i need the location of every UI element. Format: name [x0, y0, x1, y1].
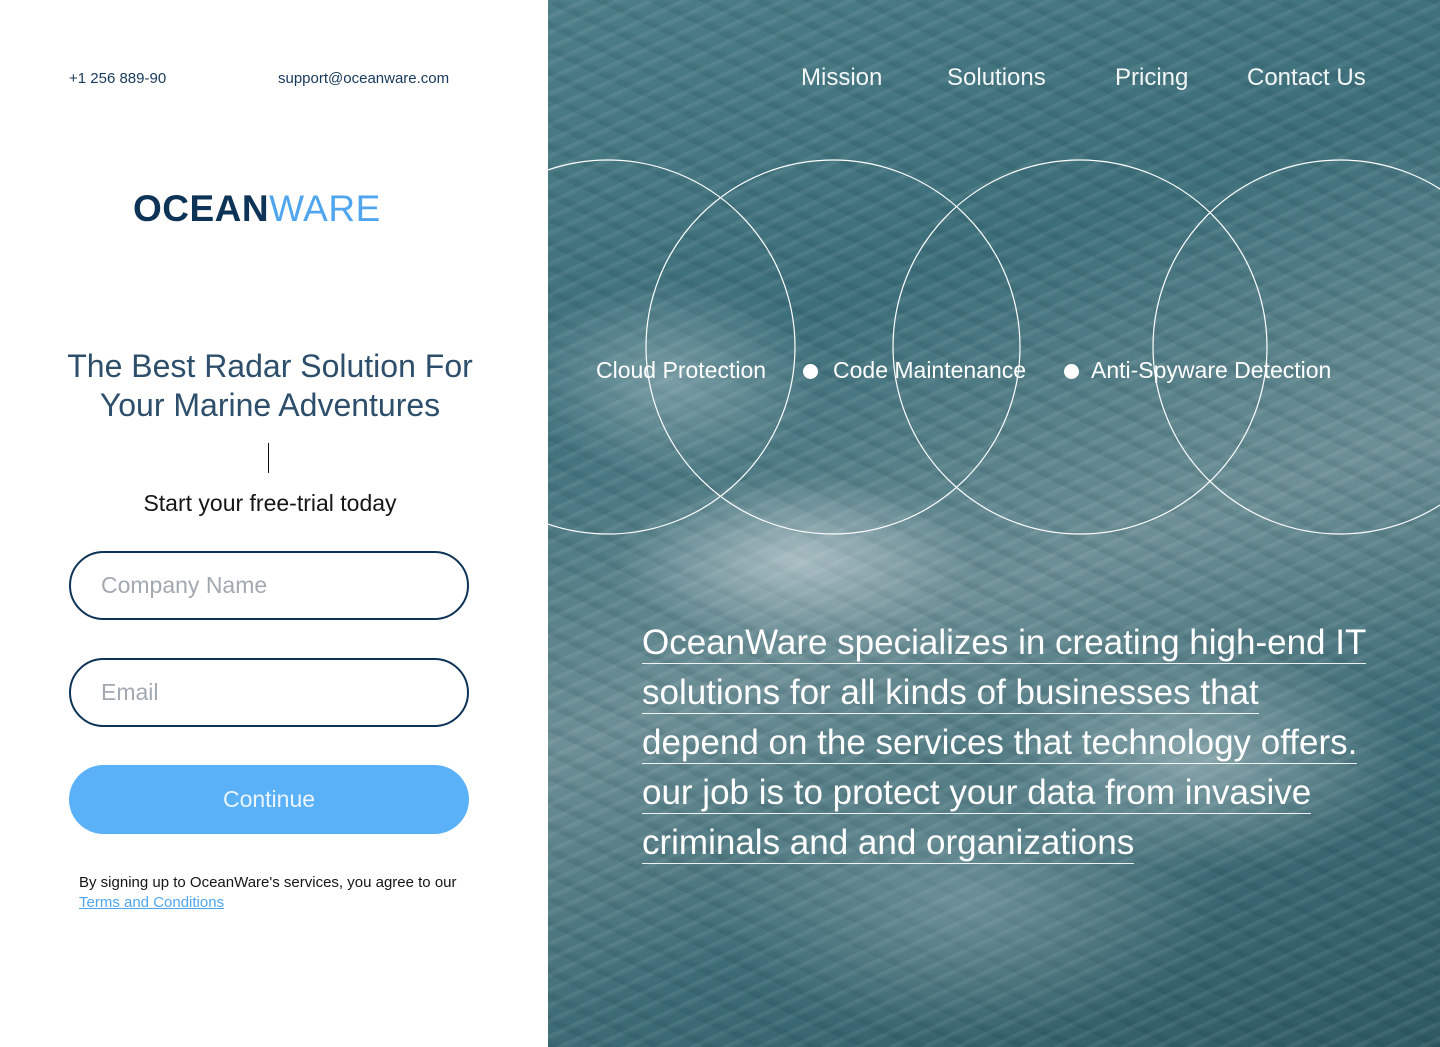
circle-outline: [892, 159, 1268, 535]
signup-panel: +1 256 889-90 support@oceanware.com OCEA…: [0, 0, 548, 1047]
circle-outline: [548, 159, 796, 535]
company-name-field: [69, 551, 469, 620]
feature-anti-spyware: Anti-Spyware Detection: [1091, 357, 1332, 383]
logo: OCEANWARE: [133, 188, 381, 230]
subheadline: Start your free-trial today: [143, 490, 397, 516]
about-text: OceanWare specializes in creating high-e…: [642, 618, 1372, 868]
company-name-input[interactable]: [71, 553, 467, 618]
continue-button[interactable]: Continue: [69, 765, 469, 834]
bullet-dot: [1064, 364, 1079, 379]
feature-code-maintenance: Code Maintenance: [833, 357, 1027, 383]
email-input[interactable]: [71, 660, 467, 725]
legal-text: By signing up to OceanWare's services, y…: [79, 874, 457, 891]
decorative-circles: [548, 159, 1440, 535]
logo-ware: WARE: [269, 188, 381, 229]
contact-phone: +1 256 889-90: [69, 70, 167, 87]
vertical-divider: [268, 443, 269, 473]
logo-ocean: OCEAN: [133, 188, 270, 229]
feature-cloud-protection: Cloud Protection: [596, 357, 767, 383]
circle-outline: [645, 159, 1021, 535]
circle-outline: [1152, 159, 1440, 535]
contact-email: support@oceanware.com: [278, 70, 450, 87]
ocean-hero-panel: Mission Solutions Pricing Contact Us Clo…: [548, 0, 1440, 1047]
terms-link[interactable]: Terms and Conditions: [79, 893, 509, 913]
about-text-content: OceanWare specializes in creating high-e…: [642, 623, 1367, 864]
bullet-dot: [803, 364, 818, 379]
email-field: [69, 658, 469, 727]
page-headline: The Best Radar Solution For Your Marine …: [67, 348, 473, 423]
legal-notice: By signing up to OceanWare's services, y…: [79, 873, 509, 913]
